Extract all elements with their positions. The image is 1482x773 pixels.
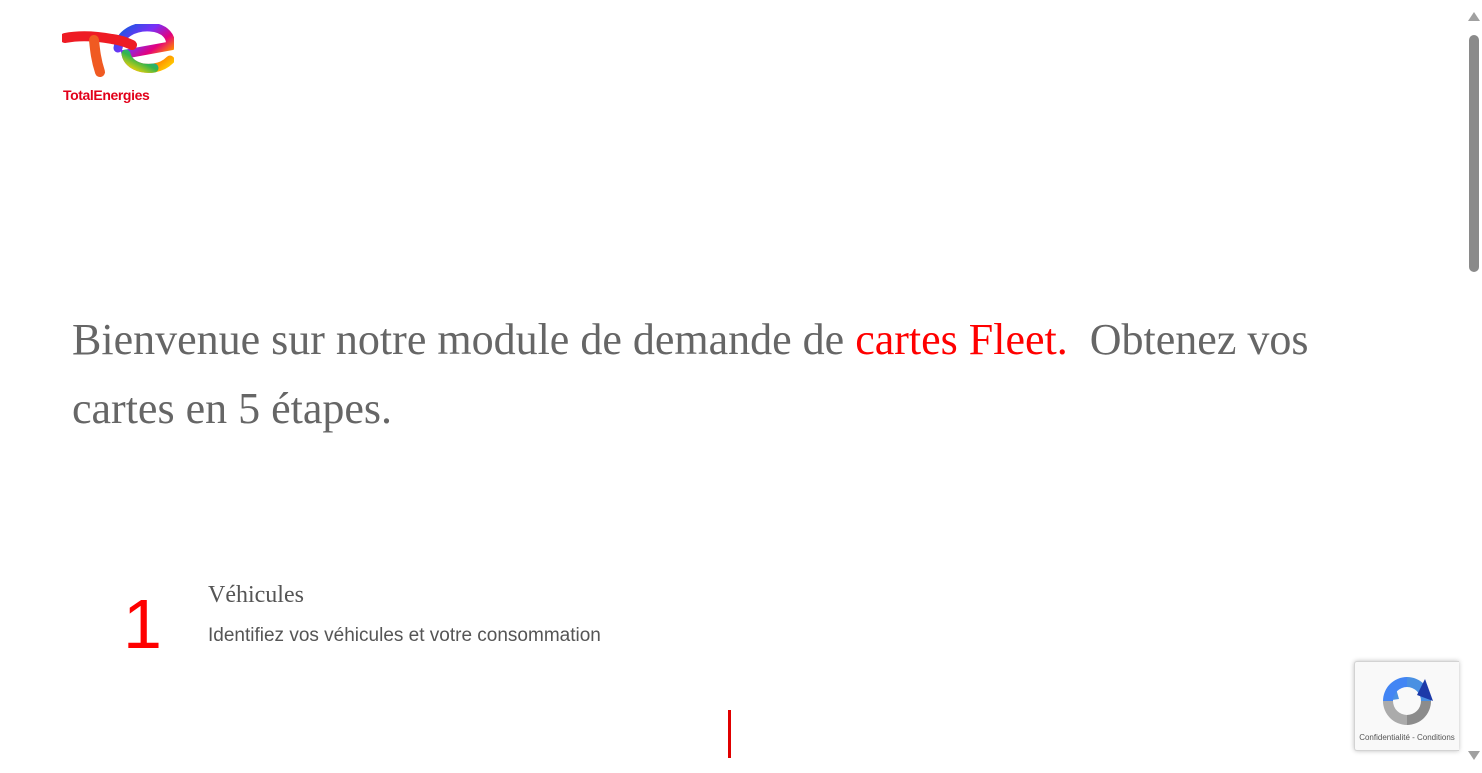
step-description: Identifiez vos véhicules et votre consom… — [208, 625, 601, 646]
logo-wordmark: TotalEnergies — [63, 87, 150, 103]
recaptcha-badge[interactable]: Confidentialité - Conditions — [1354, 661, 1459, 751]
totalenergies-logo[interactable]: TotalEnergies — [62, 24, 174, 108]
scroll-down-arrow-icon[interactable] — [1468, 751, 1480, 760]
step-title: Véhicules — [208, 582, 304, 608]
step-number: 1 — [123, 585, 162, 663]
headline-intro: Bienvenue sur notre module de demande de — [72, 315, 856, 364]
vertical-scrollbar[interactable] — [1465, 0, 1482, 773]
scroll-up-arrow-icon[interactable] — [1468, 12, 1480, 21]
scroll-thumb[interactable] — [1469, 35, 1479, 272]
page-headline: Bienvenue sur notre module de demande de… — [72, 305, 1372, 443]
page: TotalEnergies Bienvenue sur notre module… — [0, 0, 1482, 773]
recaptcha-terms-link[interactable]: Conditions — [1417, 733, 1455, 742]
totalenergies-logo-icon — [62, 24, 174, 77]
recaptcha-separator: - — [1409, 733, 1417, 742]
recaptcha-links: Confidentialité - Conditions — [1355, 733, 1459, 742]
recaptcha-logo-icon — [1383, 677, 1433, 725]
step-connector-line — [728, 710, 731, 758]
headline-highlight: cartes Fleet. — [855, 315, 1068, 364]
recaptcha-privacy-link[interactable]: Confidentialité — [1359, 733, 1410, 742]
